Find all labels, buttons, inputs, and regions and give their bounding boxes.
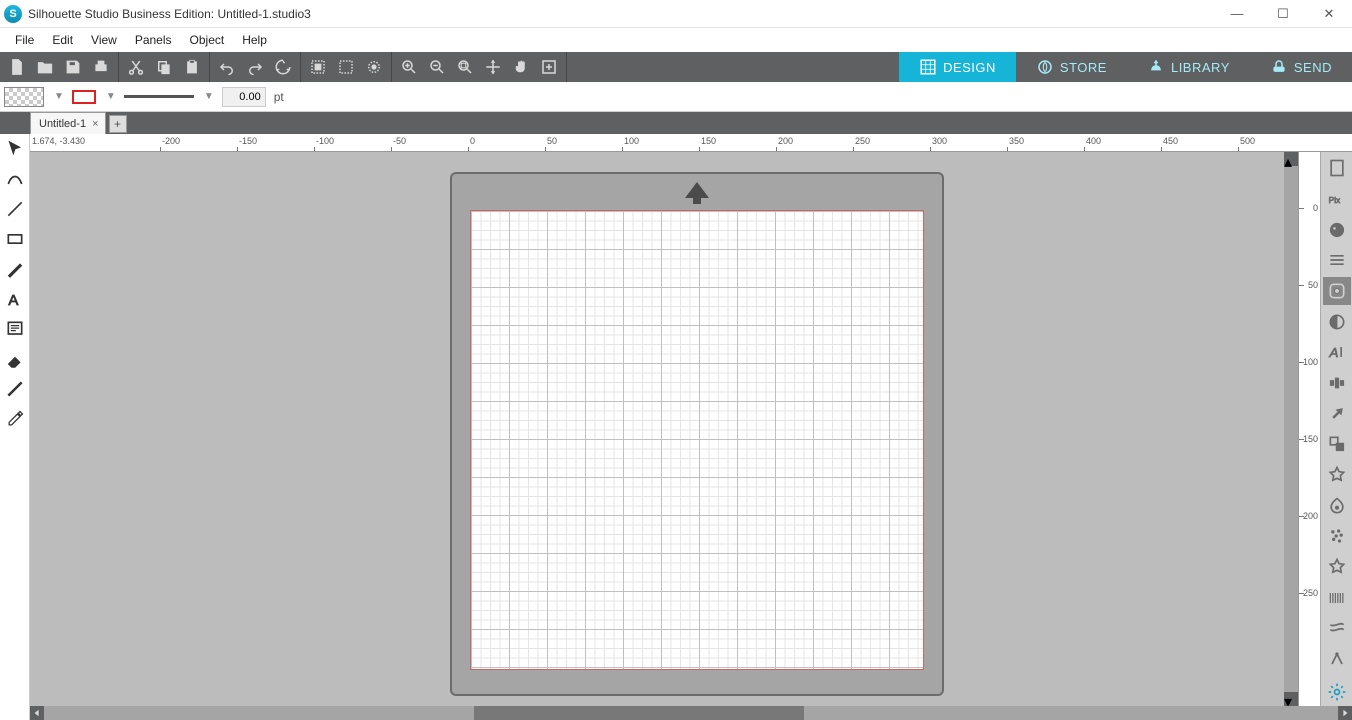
barcode-panel-icon[interactable] [1323, 583, 1351, 612]
zoom-in-button[interactable] [396, 54, 422, 80]
app-logo: S [4, 5, 22, 23]
select-all-button[interactable] [305, 54, 331, 80]
style-bar: ▼ ▼ ▼ pt [0, 82, 1352, 112]
fill-dropdown-icon[interactable]: ▼ [54, 91, 64, 102]
mode-design[interactable]: DESIGN [899, 52, 1016, 82]
note-tool[interactable] [2, 316, 28, 342]
eraser-tool[interactable] [2, 346, 28, 372]
preferences-icon[interactable] [1323, 677, 1351, 706]
menu-bar: File Edit View Panels Object Help [0, 28, 1352, 52]
close-button[interactable]: ✕ [1306, 0, 1352, 28]
main-toolbar: DESIGN STORE LIBRARY SEND [0, 52, 1352, 82]
fill-swatch[interactable] [4, 87, 44, 107]
feed-arrow-icon [685, 182, 709, 198]
line-style-dropdown-icon[interactable]: ▼ [204, 91, 214, 102]
mode-library[interactable]: LIBRARY [1127, 52, 1250, 82]
replicate-panel-icon[interactable] [1323, 430, 1351, 459]
line-weight-input[interactable] [222, 87, 266, 107]
line-style-panel-icon[interactable] [1323, 246, 1351, 275]
title-bar: S Silhouette Studio Business Edition: Un… [0, 0, 1352, 28]
freehand-tool[interactable] [2, 256, 28, 282]
trace-panel-icon[interactable] [1323, 277, 1351, 306]
open-file-button[interactable] [32, 54, 58, 80]
line-color-swatch[interactable] [72, 90, 96, 104]
mode-store[interactable]: STORE [1016, 52, 1127, 82]
nesting-panel-icon[interactable] [1323, 645, 1351, 674]
pan-button[interactable] [508, 54, 534, 80]
document-tab-bar: Untitled-1 × + [0, 112, 1352, 134]
design-page[interactable] [470, 210, 924, 670]
pt-unit-label: pt [274, 90, 284, 104]
rectangle-tool[interactable] [2, 226, 28, 252]
horizontal-scrollbar[interactable] [30, 706, 1352, 720]
text-tool[interactable]: A [2, 286, 28, 312]
svg-text:Pix: Pix [1328, 195, 1340, 205]
recycle-button[interactable] [270, 54, 296, 80]
menu-edit[interactable]: Edit [43, 30, 82, 50]
scroll-up-button[interactable]: ▴ [1284, 152, 1298, 166]
zoom-drag-button[interactable] [480, 54, 506, 80]
copy-button[interactable] [151, 54, 177, 80]
fill-panel-icon[interactable] [1323, 215, 1351, 244]
offset-panel-icon[interactable] [1323, 491, 1351, 520]
cut-button[interactable] [123, 54, 149, 80]
svg-text:A: A [1328, 345, 1338, 360]
window-title: Silhouette Studio Business Edition: Unti… [28, 7, 311, 21]
minimize-button[interactable]: — [1214, 0, 1260, 28]
menu-object[interactable]: Object [181, 30, 234, 50]
trace-selection-button[interactable] [361, 54, 387, 80]
svg-text:A: A [8, 292, 18, 309]
edit-points-tool[interactable] [2, 166, 28, 192]
select-tool[interactable] [2, 136, 28, 162]
send-to-back-icon[interactable] [1323, 399, 1351, 428]
line-color-dropdown-icon[interactable]: ▼ [106, 91, 116, 102]
print-button[interactable] [88, 54, 114, 80]
right-panel-buttons: Pix A [1320, 152, 1352, 706]
text-style-panel-icon[interactable]: A [1323, 338, 1351, 367]
modify-panel-icon[interactable] [1323, 461, 1351, 490]
sketch-panel-icon[interactable] [1323, 614, 1351, 643]
menu-view[interactable]: View [82, 30, 126, 50]
paste-button[interactable] [179, 54, 205, 80]
tab-close-icon[interactable]: × [92, 118, 98, 130]
menu-help[interactable]: Help [233, 30, 276, 50]
vertical-ruler: 050100150200250 [1298, 152, 1320, 706]
save-button[interactable] [60, 54, 86, 80]
mode-send[interactable]: SEND [1250, 52, 1352, 82]
deselect-button[interactable] [333, 54, 359, 80]
cutting-mat [450, 172, 944, 696]
canvas[interactable]: ▴ ▾ [30, 152, 1298, 706]
undo-button[interactable] [214, 54, 240, 80]
maximize-button[interactable]: ☐ [1260, 0, 1306, 28]
stipple-panel-icon[interactable] [1323, 522, 1351, 551]
menu-file[interactable]: File [6, 30, 43, 50]
scroll-left-button[interactable] [30, 706, 44, 720]
redo-button[interactable] [242, 54, 268, 80]
image-effects-panel-icon[interactable] [1323, 307, 1351, 336]
new-file-button[interactable] [4, 54, 30, 80]
left-tools: A [0, 134, 30, 720]
fit-to-window-button[interactable] [536, 54, 562, 80]
eyedropper-tool[interactable] [2, 406, 28, 432]
rhinestone-panel-icon[interactable] [1323, 553, 1351, 582]
knife-tool[interactable] [2, 376, 28, 402]
zoom-out-button[interactable] [424, 54, 450, 80]
scroll-right-button[interactable] [1338, 706, 1352, 720]
line-tool[interactable] [2, 196, 28, 222]
page-setup-panel-icon[interactable] [1323, 154, 1351, 183]
menu-panels[interactable]: Panels [126, 30, 181, 50]
tab-label: Untitled-1 [39, 118, 86, 130]
scroll-down-button[interactable]: ▾ [1284, 692, 1298, 706]
horizontal-ruler: 1.674, -3.430 -200-150-100-5005010015020… [30, 134, 1352, 152]
cursor-coordinates: 1.674, -3.430 [32, 136, 85, 146]
pixscan-panel-icon[interactable]: Pix [1323, 185, 1351, 214]
transform-panel-icon[interactable] [1323, 369, 1351, 398]
zoom-selection-button[interactable] [452, 54, 478, 80]
add-tab-button[interactable]: + [109, 115, 127, 133]
document-tab[interactable]: Untitled-1 × [30, 112, 106, 134]
vertical-scrollbar[interactable]: ▴ ▾ [1284, 152, 1298, 706]
horizontal-scroll-thumb[interactable] [474, 706, 804, 720]
line-style-swatch[interactable] [124, 95, 194, 98]
